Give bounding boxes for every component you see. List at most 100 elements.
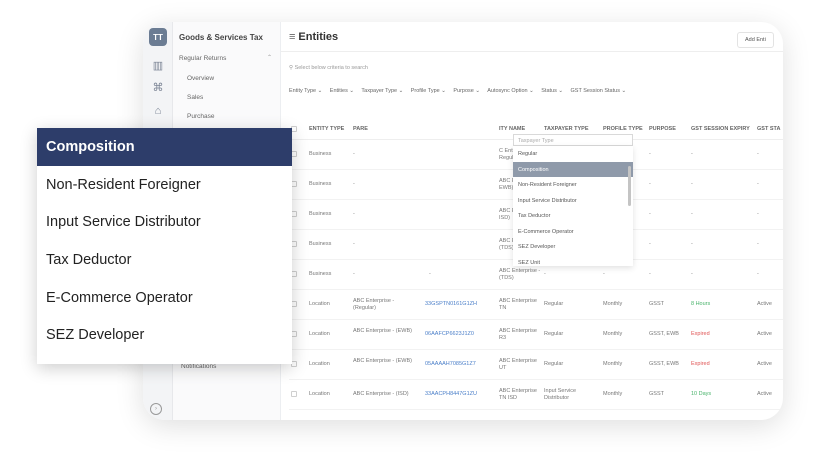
sidebar-item-notifications[interactable]: Notifications [181, 363, 216, 370]
cell-purpose: - [649, 241, 651, 247]
cell-status: Active [757, 301, 772, 307]
cell-expiry: 8 Hours [691, 301, 711, 307]
cell-gstin[interactable]: 33AACPH8447G1ZU [425, 391, 477, 398]
cell-parent: - [353, 271, 355, 277]
cell-parent: ABC Enterprise - (ISD) [353, 391, 409, 397]
search-hint: ⚲ Select below criteria to search [289, 65, 368, 71]
app-title: Goods & Services Tax [179, 33, 263, 42]
filter-autosync[interactable]: Autosync Option ⌄ [487, 88, 534, 94]
cell-entity-type: Location [309, 391, 330, 397]
sidebar-section-regular-returns[interactable]: Regular Returns [179, 55, 226, 62]
sidebar-item-purchase[interactable]: Purchase [187, 113, 214, 120]
cell-parent: - [353, 151, 355, 157]
expand-icon[interactable]: › [150, 403, 162, 415]
dropdown-option[interactable]: Input Service Distributor [513, 193, 633, 209]
sidebar-item-overview[interactable]: Overview [187, 75, 214, 82]
table-row[interactable]: Location ABC Enterprise - (EWB) 06AAFCP6… [289, 320, 783, 350]
cell-entity-name: ABC Enterprise UT [499, 358, 537, 371]
cell-entity-name: ABC Enterprise TN ISD [499, 388, 537, 401]
cell-entity-type: Business [309, 271, 332, 277]
header-entity-name[interactable]: ITY NAME [499, 126, 525, 133]
sidebar-item-sales[interactable]: Sales [187, 94, 203, 101]
cell-status: Active [757, 331, 772, 337]
cell-gstin: - [429, 271, 431, 277]
filter-entity-type[interactable]: Entity Type ⌄ [289, 88, 322, 94]
cell-entity-type: Business [309, 151, 332, 157]
dropdown-option[interactable]: E-Commerce Operator [513, 224, 633, 240]
cell-profile: Monthly [603, 361, 623, 367]
cell-taxpayer: Regular [544, 301, 564, 307]
add-entity-button[interactable]: Add Enti [737, 32, 774, 48]
dropdown-option[interactable]: SEZ Developer [513, 239, 633, 255]
header-profile-type[interactable]: PROFILE TYPE [603, 126, 643, 133]
cell-profile: - [603, 271, 605, 277]
popup-option[interactable]: SEZ Developer [37, 316, 292, 354]
cell-entity-type: Business [309, 181, 332, 187]
taxpayer-type-dropdown: Regular Composition Non-Resident Foreign… [513, 146, 633, 266]
filter-purpose[interactable]: Purpose ⌄ [453, 88, 480, 94]
chevron-up-icon[interactable]: ⌃ [267, 54, 272, 61]
cell-purpose: - [649, 211, 651, 217]
cell-status: Active [757, 361, 772, 367]
zoomed-option-list: Composition Non-Resident Foreigner Input… [37, 128, 292, 364]
cell-gstin[interactable]: 06AAFCP6623J1Z0 [425, 331, 474, 338]
table-row[interactable]: Location ABC Enterprise - (Regular) 33GS… [289, 290, 783, 320]
popup-option[interactable]: E-Commerce Operator [37, 279, 292, 317]
cell-parent: - [353, 181, 355, 187]
app-logo[interactable]: TT [149, 28, 167, 46]
cell-expiry: - [691, 151, 693, 157]
popup-option-selected[interactable]: Composition [37, 128, 292, 166]
cell-purpose: GSST [649, 391, 664, 397]
filter-gst-session[interactable]: GST Session Status ⌄ [571, 88, 627, 94]
cell-profile: Monthly [603, 391, 623, 397]
popup-option[interactable]: Non-Resident Foreigner [37, 166, 292, 204]
table-row[interactable]: Location ABC Enterprise - (EWB) 05AAAAH7… [289, 350, 783, 380]
dropdown-option[interactable]: Non-Resident Foreigner [513, 177, 633, 193]
cell-gstin[interactable]: 05AAAAH7085G1Z7 [425, 361, 476, 368]
cell-taxpayer: - [544, 271, 546, 277]
header-purpose[interactable]: PURPOSE [649, 126, 676, 133]
book-icon[interactable]: ▥ [151, 58, 165, 72]
cell-expiry: - [691, 271, 693, 277]
cell-entity-name: ABC Enterprise R3 [499, 328, 537, 341]
popup-option[interactable]: Tax Deductor [37, 241, 292, 279]
row-checkbox[interactable] [291, 391, 297, 397]
cell-parent: ABC Enterprise - (EWB) [353, 358, 412, 364]
cell-purpose: GSST, EWB [649, 331, 679, 337]
header-entity-type[interactable]: ENTITY TYPE [309, 126, 344, 133]
dropdown-option[interactable]: Tax Deductor [513, 208, 633, 224]
filter-status[interactable]: Status ⌄ [541, 88, 563, 94]
menu-icon[interactable]: ≡ [289, 31, 295, 43]
bank-icon[interactable]: ⌂ [151, 104, 165, 118]
cell-entity-type: Business [309, 241, 332, 247]
dropdown-option[interactable]: Regular [513, 146, 633, 162]
org-chart-icon[interactable]: ⌘ [151, 80, 165, 94]
filter-taxpayer-type[interactable]: Taxpayer Type ⌄ [361, 88, 403, 94]
header-parent[interactable]: PARE [353, 126, 368, 133]
dropdown-option[interactable]: SEZ Unit [513, 255, 633, 267]
divider [281, 51, 783, 52]
filter-profile-type[interactable]: Profile Type ⌄ [411, 88, 446, 94]
cell-entity-name: ABC Enterprise - (TDS) [499, 268, 541, 281]
filter-entities[interactable]: Entities ⌄ [330, 88, 354, 94]
header-taxpayer-type[interactable]: TAXPAYER TYPE [544, 126, 589, 133]
cell-status: - [757, 271, 759, 277]
popup-option[interactable]: Input Service Distributor [37, 203, 292, 241]
main-panel: ≡ Entities Add Enti ⚲ Select below criter… [281, 22, 783, 420]
table-row[interactable]: Location ABC Enterprise - (ISD) 33AACPH8… [289, 380, 783, 410]
filter-bar: Entity Type ⌄ Entities ⌄ Taxpayer Type ⌄… [289, 88, 632, 94]
header-gst-status[interactable]: GST STA [757, 126, 780, 133]
cell-gstin[interactable]: 33GSPTN0161G1ZH [425, 301, 477, 308]
cell-parent: ABC Enterprise - (EWB) [353, 328, 412, 334]
taxpayer-type-search[interactable]: Taxpayer Type [513, 134, 633, 146]
page-title-text: Entities [298, 31, 339, 43]
cell-profile: Monthly [603, 331, 623, 337]
cell-parent: - [353, 211, 355, 217]
header-session-expiry[interactable]: GST SESSION EXPIRY [691, 126, 750, 133]
cell-entity-type: Location [309, 361, 330, 367]
dropdown-option-selected[interactable]: Composition [513, 161, 633, 177]
cell-status: - [757, 151, 759, 157]
cell-expiry: Expired [691, 361, 710, 367]
dropdown-scrollbar[interactable] [628, 166, 631, 206]
cell-status: - [757, 181, 759, 187]
